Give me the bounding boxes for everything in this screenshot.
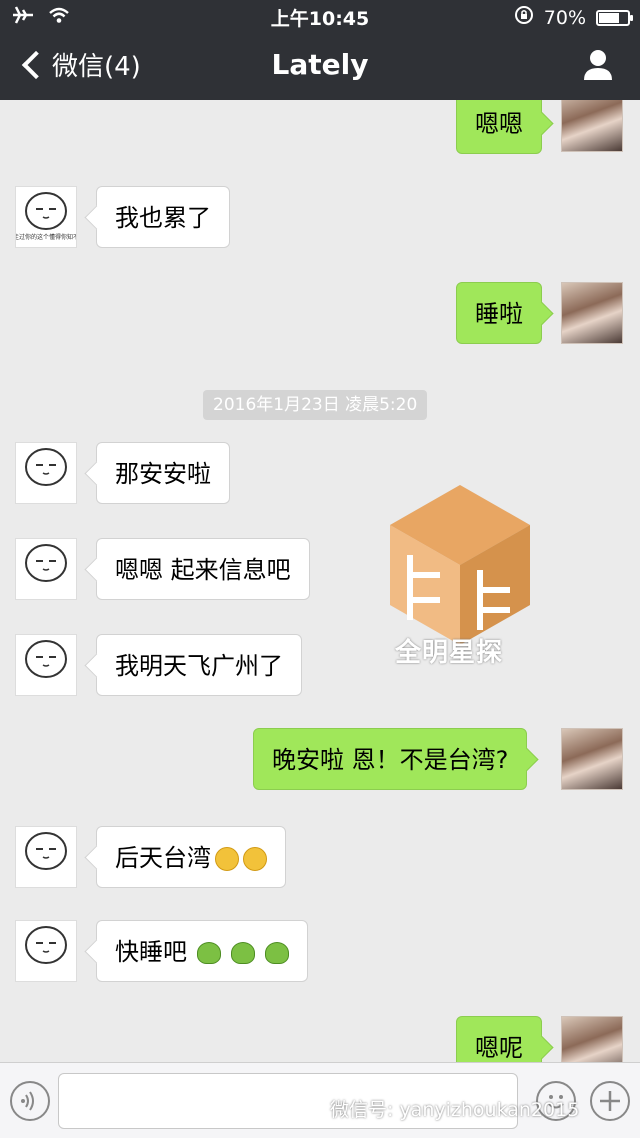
- message-bubble-sent[interactable]: 嗯呢: [456, 1016, 542, 1062]
- contact-avatar[interactable]: [15, 442, 77, 504]
- message-bubble-received[interactable]: 我也累了: [96, 186, 230, 248]
- contact-avatar[interactable]: [15, 634, 77, 696]
- thinking-emoji-icon: [243, 847, 267, 871]
- battery-percent: 70%: [543, 6, 586, 29]
- contact-avatar[interactable]: [15, 538, 77, 600]
- message-text: 后天台湾: [115, 844, 211, 872]
- message-bubble-received[interactable]: 那安安啦: [96, 442, 230, 504]
- contact-avatar[interactable]: [15, 826, 77, 888]
- frog-emoji-icon: [197, 942, 221, 964]
- contact-avatar[interactable]: 要走过你的这个懂得你知不知: [7, 186, 85, 248]
- profile-button[interactable]: [582, 48, 614, 82]
- chat-title: Lately: [271, 48, 369, 81]
- message-bubble-received[interactable]: 我明天飞广州了: [96, 634, 302, 696]
- message-bubble-received[interactable]: 嗯嗯 起来信息吧: [96, 538, 310, 600]
- nav-bar: 微信(4) Lately: [0, 34, 640, 100]
- person-icon: [584, 50, 612, 80]
- message-bubble-sent[interactable]: 睡啦: [456, 282, 542, 344]
- my-avatar[interactable]: [561, 728, 623, 790]
- message-bubble-received[interactable]: 快睡吧: [96, 920, 308, 982]
- timestamp-label: 2016年1月23日 凌晨5:20: [203, 390, 428, 420]
- plus-icon: [600, 1091, 620, 1111]
- voice-button[interactable]: [10, 1081, 50, 1121]
- message-bubble-received[interactable]: 后天台湾: [96, 826, 286, 888]
- avatar-caption: 要走过你的这个懂得你知不知: [16, 233, 76, 241]
- message-bubble-sent[interactable]: 嗯嗯: [456, 100, 542, 154]
- top-bar: 上午10:45 70% 微信(4) Lately: [0, 0, 640, 100]
- contact-avatar[interactable]: [15, 920, 77, 982]
- frog-emoji-icon: [265, 942, 289, 964]
- watermark-text: 全明星探: [395, 638, 504, 668]
- message-bubble-sent[interactable]: 晚安啦 恩！不是台湾?: [253, 728, 528, 790]
- my-avatar[interactable]: [561, 282, 623, 344]
- my-avatar[interactable]: [561, 1016, 623, 1062]
- rotation-lock-icon: [514, 5, 534, 30]
- thinking-emoji-icon: [215, 847, 239, 871]
- battery-icon: [596, 9, 633, 26]
- message-text: 快睡吧: [115, 938, 187, 966]
- status-bar: 上午10:45 70%: [0, 0, 640, 34]
- wechat-id-watermark: 微信号: yanyizhoukan2015: [330, 1099, 580, 1121]
- battery-level: [599, 12, 619, 23]
- frog-emoji-icon: [231, 942, 255, 964]
- my-avatar[interactable]: [561, 100, 623, 152]
- plus-button[interactable]: [590, 1081, 630, 1121]
- voice-icon: [21, 1091, 34, 1111]
- chat-area[interactable]: 嗯嗯 要走过你的这个懂得你知不知 我也累了 睡啦 2016年1月23日 凌晨5:…: [0, 100, 640, 1062]
